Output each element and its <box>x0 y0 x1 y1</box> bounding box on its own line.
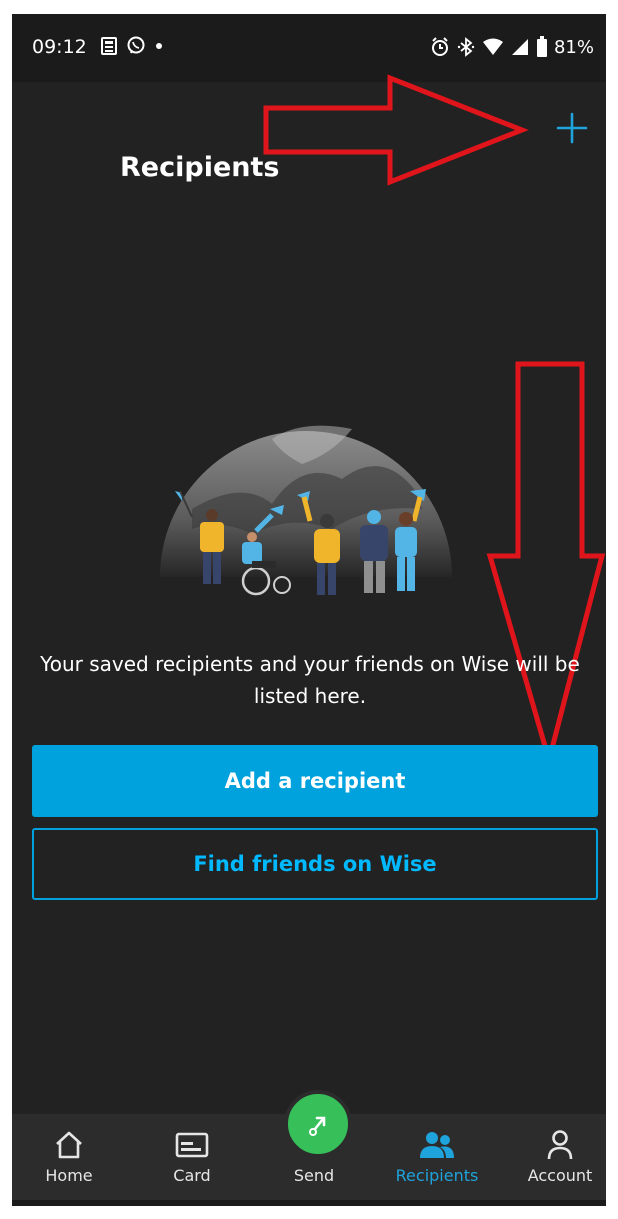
nav-item-home[interactable]: Home <box>14 1114 124 1200</box>
add-recipient-button[interactable]: Add a recipient <box>32 745 598 817</box>
send-button[interactable] <box>284 1090 352 1158</box>
empty-state-illustration <box>160 425 452 596</box>
status-bar: 09:12 81% <box>12 14 606 82</box>
page-title: Recipients <box>120 152 280 183</box>
add-recipient-plus-button[interactable] <box>552 108 592 148</box>
nav-label-home: Home <box>45 1166 93 1185</box>
alarm-icon <box>431 37 448 56</box>
plus-icon <box>556 112 588 144</box>
find-friends-button[interactable]: Find friends on Wise <box>32 828 598 900</box>
phone-screen: 09:12 81% Recipients Your saved recipien… <box>12 14 606 1206</box>
nav-label-send: Send <box>293 1166 335 1185</box>
card-icon <box>175 1132 209 1158</box>
annotation-arrow-right <box>263 74 529 186</box>
recipients-icon <box>420 1132 454 1158</box>
status-time: 09:12 <box>32 36 87 58</box>
system-icons: 81% <box>430 34 594 60</box>
notification-icons <box>100 34 164 58</box>
empty-state-message: Your saved recipients and your friends o… <box>40 652 580 708</box>
send-icon <box>309 1116 326 1136</box>
bluetooth-icon <box>457 37 475 57</box>
system-bottom-bar <box>12 1200 606 1206</box>
account-icon <box>547 1130 573 1160</box>
nav-label-card: Card <box>173 1166 211 1185</box>
nav-label-account: Account <box>527 1166 593 1185</box>
battery-level: 81% <box>553 36 594 58</box>
wifi-icon <box>482 38 503 55</box>
nav-item-card[interactable]: Card <box>137 1114 247 1200</box>
viber-icon <box>127 36 145 54</box>
signal-icon <box>511 39 528 55</box>
nav-label-recipients: Recipients <box>395 1166 479 1185</box>
nav-item-recipients[interactable]: Recipients <box>382 1114 492 1200</box>
news-icon <box>101 37 117 55</box>
home-icon <box>56 1131 82 1159</box>
battery-icon <box>536 36 547 57</box>
nav-item-account[interactable]: Account <box>505 1114 606 1200</box>
dot-icon <box>156 43 162 49</box>
